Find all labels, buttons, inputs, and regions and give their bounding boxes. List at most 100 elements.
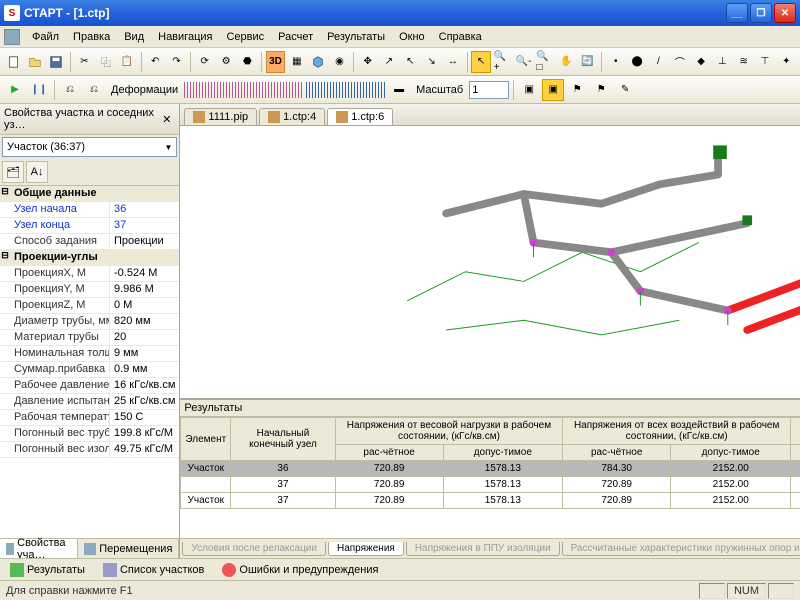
col-group2[interactable]: Напряжения от всех воздействий в рабочем… xyxy=(563,418,791,445)
nudge4-button[interactable]: ↔ xyxy=(443,51,462,73)
menu-view[interactable]: Вид xyxy=(118,29,150,45)
panel-close-button[interactable]: ✕ xyxy=(158,113,175,126)
menu-nav[interactable]: Навигация xyxy=(152,29,218,45)
prop-val[interactable]: 0.9 мм xyxy=(110,362,179,377)
prop-val[interactable]: 9 мм xyxy=(110,346,179,361)
undo-button[interactable]: ↶ xyxy=(146,51,165,73)
prop-val[interactable]: 0 М xyxy=(110,298,179,313)
scale-down-icon[interactable]: ▬ xyxy=(388,79,410,101)
open-button[interactable] xyxy=(25,51,44,73)
sort-cat-button[interactable]: 🗂 xyxy=(2,161,24,183)
prop-val[interactable]: 36 xyxy=(110,202,179,217)
menu-window[interactable]: Окно xyxy=(393,29,431,45)
anim-btn5[interactable]: ✎ xyxy=(614,79,636,101)
rtab-relax[interactable]: Условия после релаксации xyxy=(182,542,326,556)
deform-slider[interactable] xyxy=(184,82,304,98)
prop-val[interactable]: 150 С xyxy=(110,410,179,425)
pan-button[interactable]: ✋ xyxy=(557,51,576,73)
table-row[interactable]: Участок37 720.891578.13 720.892152.00 16… xyxy=(181,493,800,509)
doc-tab[interactable]: 1111.pip xyxy=(184,108,257,125)
save-button[interactable] xyxy=(47,51,66,73)
nudge3-button[interactable]: ↘ xyxy=(422,51,441,73)
new-button[interactable] xyxy=(4,51,23,73)
col-endnode[interactable]: Начальный конечный узел xyxy=(231,418,336,461)
table-row[interactable]: 37 720.891578.13 720.892152.00 164.02220… xyxy=(181,477,800,493)
node-button[interactable]: • xyxy=(606,51,625,73)
group-proj[interactable]: Проекции-углы xyxy=(10,250,110,265)
zoom-fit-button[interactable]: 🔍□ xyxy=(535,51,554,73)
refresh-button[interactable]: ⟳ xyxy=(195,51,214,73)
prop-val[interactable]: 49.75 кГс/М xyxy=(110,442,179,457)
3d-button[interactable]: 3D xyxy=(266,51,285,73)
play-button[interactable]: ▶ xyxy=(4,79,26,101)
menu-service[interactable]: Сервис xyxy=(220,29,270,45)
anim-icon2[interactable]: ⎌ xyxy=(83,79,105,101)
bbtab-list[interactable]: Список участков xyxy=(97,561,210,579)
prop-name[interactable]: Узел начала xyxy=(10,202,110,217)
misc-button[interactable]: ✦ xyxy=(777,51,796,73)
col-group3[interactable]: Напряжения от всех воздействий в холодно… xyxy=(791,418,800,445)
prop-val[interactable]: 25 кГс/кв.см xyxy=(110,394,179,409)
anim-btn2[interactable]: ▣ xyxy=(542,79,564,101)
doc-tab[interactable]: 1.ctp:6 xyxy=(327,108,393,125)
nudge1-button[interactable]: ↗ xyxy=(379,51,398,73)
menu-calc[interactable]: Расчет xyxy=(272,29,319,45)
render-button[interactable]: ◉ xyxy=(330,51,349,73)
copy-button[interactable]: ⿻ xyxy=(96,51,115,73)
zoom-out-button[interactable]: 🔍- xyxy=(514,51,533,73)
tab-movements[interactable]: Перемещения xyxy=(78,539,179,558)
bbtab-errors[interactable]: Ошибки и предупреждения xyxy=(216,561,384,579)
bbtab-results[interactable]: Результаты xyxy=(4,561,91,579)
doc-tab[interactable]: 1.ctp:4 xyxy=(259,108,325,125)
anim-btn3[interactable]: ⚑ xyxy=(566,79,588,101)
pointer-button[interactable]: ↖ xyxy=(471,51,490,73)
prop-val[interactable]: 199.8 кГс/М xyxy=(110,426,179,441)
support-button[interactable]: ⊥ xyxy=(713,51,732,73)
cut-button[interactable]: ✂ xyxy=(75,51,94,73)
rotate-button[interactable]: 🔄 xyxy=(578,51,597,73)
tool-icon[interactable]: ⚙ xyxy=(216,51,235,73)
zoom-in-button[interactable]: 🔍+ xyxy=(493,51,512,73)
menu-help[interactable]: Справка xyxy=(433,29,488,45)
line-button[interactable]: / xyxy=(649,51,668,73)
spring-button[interactable]: ≋ xyxy=(734,51,753,73)
anim-icon1[interactable]: ⎌ xyxy=(59,79,81,101)
minimize-button[interactable]: __ xyxy=(726,3,748,23)
prop-val[interactable]: 20 xyxy=(110,330,179,345)
maximize-button[interactable]: ❐ xyxy=(750,3,772,23)
anim-btn1[interactable]: ▣ xyxy=(518,79,540,101)
3d-viewport[interactable]: X Z Y xyxy=(180,126,800,398)
menu-edit[interactable]: Правка xyxy=(67,29,116,45)
sort-az-button[interactable]: A↓ xyxy=(26,161,48,183)
node2-button[interactable]: ⬤ xyxy=(627,51,646,73)
pause-button[interactable]: ❙❙ xyxy=(28,79,50,101)
rtab-ppu[interactable]: Напряжения в ППУ изоляции xyxy=(406,542,560,556)
rtab-springs[interactable]: Рассчитанные характеристики пружинных оп… xyxy=(562,542,800,556)
redo-button[interactable]: ↷ xyxy=(167,51,186,73)
prop-val[interactable]: 9.986 М xyxy=(110,282,179,297)
segment-combo[interactable]: Участок (36:37) ▼ xyxy=(2,137,177,157)
scale-input[interactable] xyxy=(469,81,509,99)
paste-button[interactable]: 📋 xyxy=(117,51,136,73)
cube-button[interactable] xyxy=(309,51,328,73)
prop-val[interactable]: Проекции xyxy=(110,234,179,249)
prop-val[interactable]: -0.524 М xyxy=(110,266,179,281)
nudge2-button[interactable]: ↖ xyxy=(401,51,420,73)
deform-slider2[interactable] xyxy=(306,82,386,98)
tool2-icon[interactable]: ⬣ xyxy=(238,51,257,73)
property-grid[interactable]: ⊟Общие данные Узел начала36 Узел конца37… xyxy=(0,185,179,538)
rtab-stress[interactable]: Напряжения xyxy=(328,542,404,556)
menu-results[interactable]: Результаты xyxy=(321,29,391,45)
col-group1[interactable]: Напряжения от весовой нагрузки в рабочем… xyxy=(335,418,562,445)
prop-val[interactable]: 820 мм xyxy=(110,314,179,329)
col-element[interactable]: Элемент xyxy=(181,418,231,461)
table-row[interactable]: Участок36 720.891578.13 784.302152.00 28… xyxy=(181,461,800,477)
menu-file[interactable]: Файл xyxy=(26,29,65,45)
tab-properties[interactable]: Свойства уча… xyxy=(0,539,78,558)
hanger-button[interactable]: ⊤ xyxy=(755,51,774,73)
close-button[interactable]: ✕ xyxy=(774,3,796,23)
arc-button[interactable]: ⌒ xyxy=(670,51,689,73)
group-general[interactable]: Общие данные xyxy=(10,186,110,201)
move-button[interactable]: ✥ xyxy=(358,51,377,73)
prop-name[interactable]: Узел конца xyxy=(10,218,110,233)
